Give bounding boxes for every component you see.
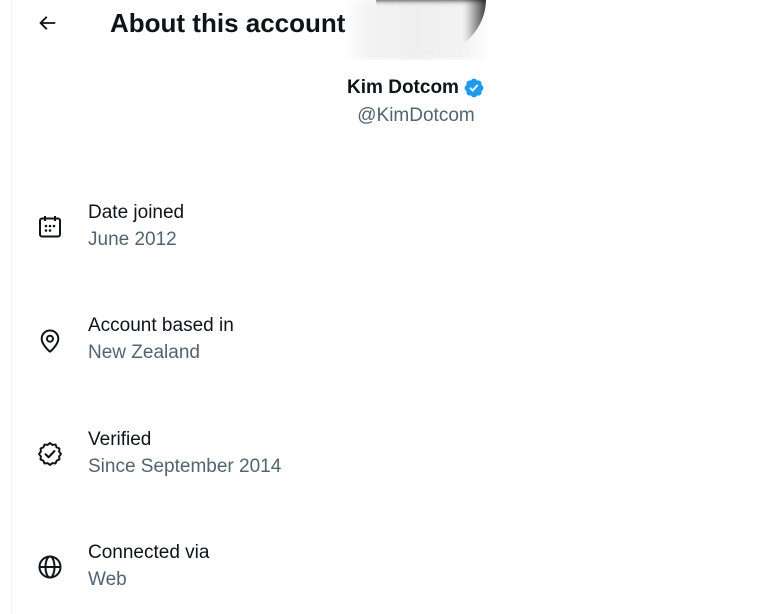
calendar-icon <box>36 213 64 241</box>
avatar-area <box>342 0 492 60</box>
info-value: Web <box>88 569 127 590</box>
info-row-date-joined: Date joined June 2012 <box>0 200 764 260</box>
display-name: Kim Dotcom <box>347 77 459 98</box>
globe-icon <box>36 553 64 581</box>
info-value: New Zealand <box>88 342 200 363</box>
profile-summary: Kim Dotcom @KimDotcom <box>0 74 764 130</box>
about-account-page: About this account Kim Dotcom @KimDotcom <box>0 0 764 614</box>
verified-badge-icon <box>464 78 484 98</box>
verified-check-icon <box>36 440 64 468</box>
info-label: Account based in <box>88 315 234 336</box>
avatar-blur <box>342 0 492 60</box>
info-label: Date joined <box>88 202 185 223</box>
info-label: Connected via <box>88 542 210 563</box>
arrow-left-icon <box>39 16 56 30</box>
display-name-row: Kim Dotcom <box>347 74 485 102</box>
back-button[interactable] <box>28 4 66 42</box>
page-title: About this account <box>110 8 346 38</box>
info-value: June 2012 <box>88 229 177 250</box>
info-row-connected-via: Connected via Web <box>0 540 764 600</box>
info-label: Verified <box>88 429 152 450</box>
handle: @KimDotcom <box>357 105 475 126</box>
info-row-verified: Verified Since September 2014 <box>0 427 764 487</box>
location-pin-icon <box>36 327 64 355</box>
info-row-account-based-in: Account based in New Zealand <box>0 313 764 373</box>
info-value: Since September 2014 <box>88 456 282 477</box>
